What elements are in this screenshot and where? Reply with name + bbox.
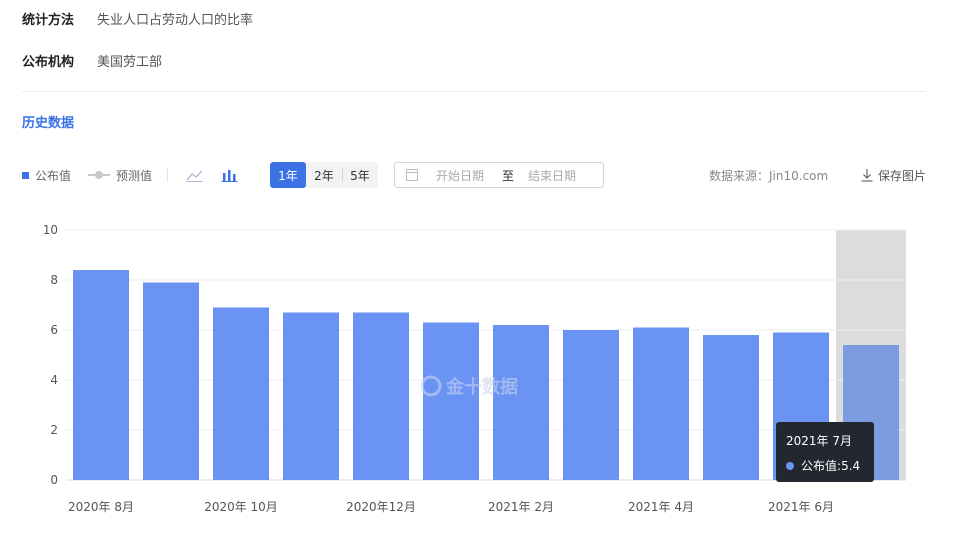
bar[interactable] bbox=[633, 327, 689, 481]
range-1y-button[interactable]: 1年 bbox=[270, 162, 306, 188]
watermark-text: 金十数据 bbox=[445, 376, 518, 398]
bar[interactable] bbox=[493, 325, 549, 480]
end-date-input[interactable]: 结束日期 bbox=[528, 167, 576, 184]
divider bbox=[22, 91, 926, 92]
bar-chart-icon[interactable] bbox=[221, 162, 238, 188]
bar[interactable] bbox=[353, 312, 409, 481]
legend-published-marker bbox=[22, 171, 29, 179]
y-tick-label: 6 bbox=[50, 323, 58, 337]
chart-tooltip: 2021年 7月 公布值: 5.4 bbox=[776, 422, 874, 482]
x-tick-label: 2021年 4月 bbox=[628, 500, 694, 514]
agency-value: 美国劳工部 bbox=[97, 55, 163, 70]
history-section-title: 历史数据 bbox=[22, 116, 75, 131]
download-icon bbox=[861, 169, 873, 182]
save-image-button[interactable]: 保存图片 bbox=[860, 162, 926, 188]
legend-published[interactable]: 公布值 bbox=[22, 162, 71, 188]
line-chart-icon[interactable] bbox=[186, 162, 203, 188]
x-tick-label: 2020年12月 bbox=[346, 500, 416, 514]
x-tick-label: 2021年 2月 bbox=[488, 500, 554, 514]
bar[interactable] bbox=[283, 312, 339, 481]
toolbar-divider bbox=[167, 168, 168, 182]
y-tick-label: 4 bbox=[50, 373, 58, 387]
x-tick-label: 2020年 8月 bbox=[68, 500, 134, 514]
range-selector: 1年 2年 5年 bbox=[270, 162, 378, 188]
y-tick-label: 2 bbox=[50, 423, 58, 437]
range-5y-button[interactable]: 5年 bbox=[342, 162, 378, 188]
calendar-icon bbox=[406, 169, 418, 181]
y-tick-label: 8 bbox=[50, 273, 58, 287]
tooltip-series-dot bbox=[786, 461, 794, 470]
date-range-picker[interactable]: 开始日期 至 结束日期 bbox=[394, 162, 604, 188]
method-label: 统计方法 bbox=[22, 13, 75, 28]
bar[interactable] bbox=[563, 330, 619, 480]
method-value: 失业人口占劳动人口的比率 bbox=[97, 13, 254, 28]
tooltip-label: 公布值 bbox=[801, 459, 838, 473]
method-row: 统计方法 失业人口占劳动人口的比率 bbox=[22, 9, 253, 28]
start-date-input[interactable]: 开始日期 bbox=[436, 167, 484, 184]
y-tick-label: 10 bbox=[43, 223, 58, 237]
bar[interactable] bbox=[143, 282, 199, 481]
agency-label: 公布机构 bbox=[22, 55, 75, 70]
x-tick-label: 2021年 6月 bbox=[768, 500, 834, 514]
legend-forecast-marker bbox=[88, 171, 110, 179]
chart-toolbar: 公布值 预测值 1年 2年 5年 开始日期 至 结束日期 数据来源：Jin10.… bbox=[22, 162, 928, 188]
bar[interactable] bbox=[213, 307, 269, 481]
data-source: 数据来源：Jin10.com bbox=[709, 168, 829, 183]
agency-row: 公布机构 美国劳工部 bbox=[22, 51, 162, 70]
y-tick-label: 0 bbox=[50, 473, 58, 487]
legend-published-label: 公布值 bbox=[35, 168, 72, 183]
save-image-label: 保存图片 bbox=[878, 168, 927, 183]
tooltip-value: 5.4 bbox=[841, 458, 861, 473]
bar[interactable] bbox=[703, 335, 759, 480]
range-2y-button[interactable]: 2年 bbox=[306, 162, 342, 188]
x-tick-label: 2020年 10月 bbox=[204, 500, 278, 514]
bar[interactable] bbox=[423, 322, 479, 481]
tooltip-title: 2021年 7月 bbox=[786, 434, 852, 448]
date-separator: 至 bbox=[502, 168, 515, 183]
legend-forecast-label: 预测值 bbox=[116, 168, 153, 183]
legend-forecast[interactable]: 预测值 bbox=[88, 162, 152, 188]
bar[interactable] bbox=[73, 270, 129, 480]
